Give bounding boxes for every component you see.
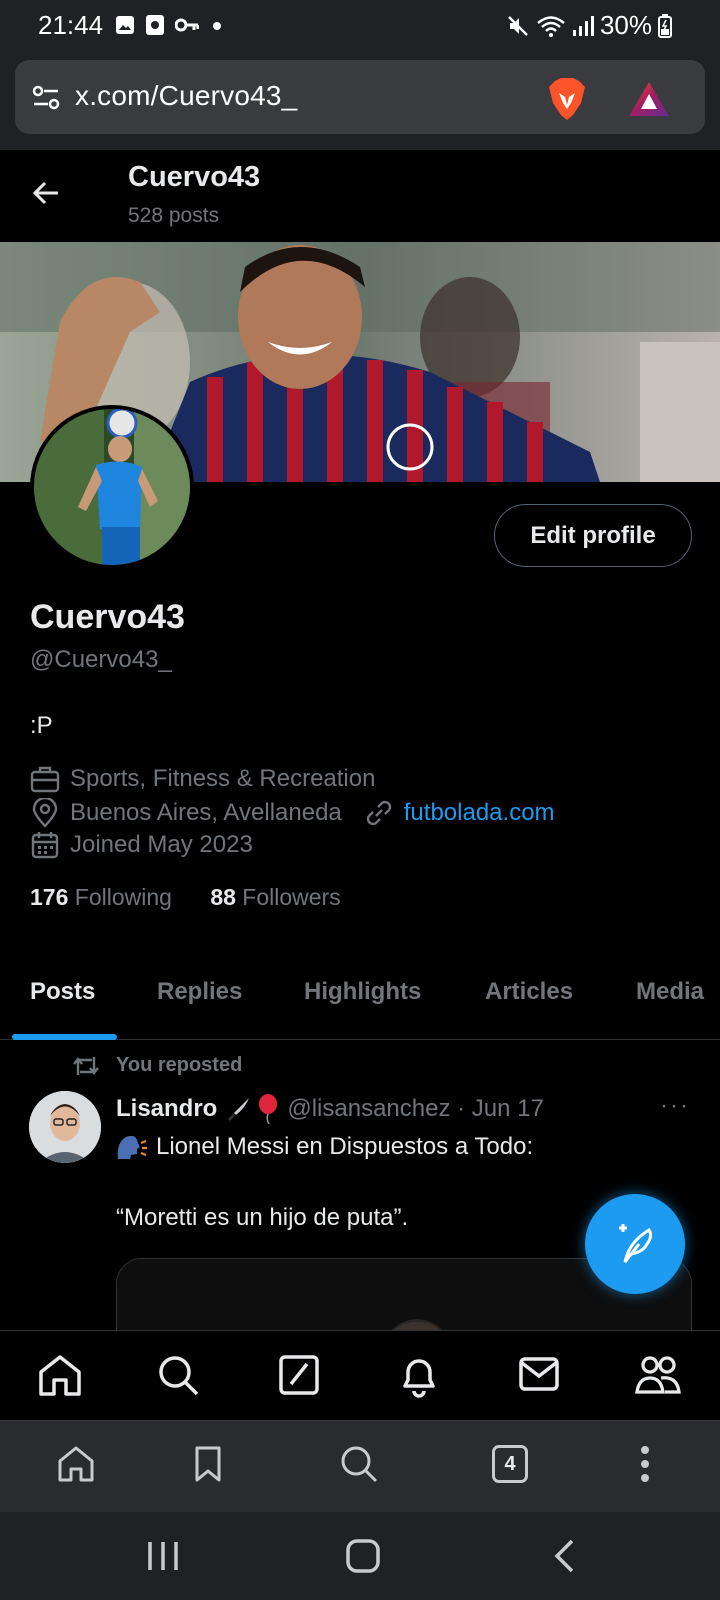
profile-location-row: Buenos Aires, Avellaneda futbolada.com: [30, 798, 555, 828]
edit-profile-button[interactable]: Edit profile: [494, 504, 692, 567]
post-text-line2: “Moretti es un hijo de puta”.: [116, 1204, 409, 1231]
balloon-emoji-icon: [259, 1094, 278, 1124]
followers-label: Followers: [242, 884, 341, 910]
post-text-line1-content: Lionel Messi en Dispuestos a Todo:: [156, 1133, 534, 1160]
tabs-icon[interactable]: 4: [492, 1445, 528, 1483]
x-bottom-nav: [0, 1330, 720, 1420]
compose-feather-icon: [619, 1224, 653, 1263]
speaking-head-emoji-icon: [117, 1135, 147, 1159]
browser-search-icon[interactable]: [340, 1445, 378, 1483]
follow-stats: 176 Following 88 Followers: [30, 884, 341, 911]
profile-bio: :P: [30, 712, 53, 739]
home-icon[interactable]: [38, 1354, 82, 1396]
compose-post-button[interactable]: [585, 1194, 685, 1294]
briefcase-icon: [30, 766, 60, 793]
location-pin-icon: [32, 798, 58, 828]
grok-icon[interactable]: [278, 1354, 320, 1396]
battery-icon: [658, 13, 672, 38]
recents-icon[interactable]: [146, 1540, 180, 1572]
post-more-button[interactable]: ···: [660, 1092, 690, 1120]
knife-emoji-icon: [228, 1098, 250, 1121]
tab-highlights[interactable]: Highlights: [304, 978, 421, 1006]
profile-location: Buenos Aires, Avellaneda: [70, 799, 342, 826]
address-bar[interactable]: x.com/Cuervo43_: [15, 60, 705, 134]
browser-bottom-toolbar: 4: [0, 1420, 720, 1512]
signal-icon: [572, 15, 594, 36]
profile-website-link[interactable]: futbolada.com: [404, 799, 555, 827]
menu-icon[interactable]: [638, 1445, 652, 1483]
tab-replies[interactable]: Replies: [157, 978, 242, 1006]
tab-articles[interactable]: Articles: [485, 978, 573, 1006]
vpn-key-icon: [175, 18, 199, 32]
link-icon: [366, 800, 391, 826]
battery-percent: 30%: [599, 10, 652, 40]
post-author-avatar[interactable]: [29, 1091, 101, 1163]
header-posts-count: 528 posts: [128, 204, 220, 227]
home-button-icon[interactable]: [345, 1538, 381, 1574]
profile-category-row: Sports, Fitness & Recreation: [30, 765, 375, 793]
brave-shields-icon[interactable]: [547, 77, 587, 121]
followers-link[interactable]: 88 Followers: [210, 884, 340, 910]
following-link[interactable]: 176 Following: [30, 884, 172, 910]
avatar-image: [34, 409, 190, 565]
repost-icon: [73, 1056, 99, 1075]
wifi-icon: [537, 15, 565, 37]
browser-home-icon[interactable]: [57, 1445, 95, 1483]
profile-header-bar: Cuervo43 528 posts: [0, 150, 720, 242]
back-icon[interactable]: [552, 1538, 576, 1574]
screen-record-icon: [146, 15, 164, 35]
repost-label: You reposted: [116, 1054, 243, 1076]
profile-joined-row: Joined May 2023: [30, 831, 253, 859]
calendar-icon: [31, 832, 59, 859]
status-bar: 21:44 30%: [0, 0, 720, 54]
post-handle-date[interactable]: @lisansanchez · Jun 17: [287, 1095, 544, 1123]
bookmark-icon[interactable]: [193, 1445, 223, 1483]
following-label: Following: [74, 884, 172, 910]
header-name: Cuervo43: [128, 161, 261, 193]
tab-media[interactable]: Media: [636, 978, 704, 1006]
followers-count: 88: [210, 884, 236, 910]
site-settings-icon[interactable]: [32, 85, 60, 111]
notifications-icon[interactable]: [398, 1354, 440, 1398]
status-time: 21:44: [38, 10, 104, 40]
messages-icon[interactable]: [518, 1354, 560, 1394]
repost-context: You reposted: [72, 1054, 242, 1077]
profile-category: Sports, Fitness & Recreation: [70, 765, 376, 792]
profile-name: Cuervo43: [30, 598, 185, 636]
url-text[interactable]: x.com/Cuervo43_: [75, 80, 297, 112]
mute-icon: [508, 15, 528, 36]
author-photo: [29, 1091, 101, 1163]
communities-icon[interactable]: [635, 1354, 681, 1396]
following-count: 176: [30, 884, 69, 910]
post-header: Lisandro @lisansanchez · Jun 17: [116, 1094, 544, 1124]
profile-tabs: Posts Replies Highlights Articles Media: [0, 950, 720, 1040]
post-text-line1: Lionel Messi en Dispuestos a Todo:: [116, 1133, 533, 1161]
system-navigation-bar: [0, 1512, 720, 1600]
notification-dot-icon: [213, 22, 221, 30]
gallery-icon: [116, 16, 134, 34]
profile-avatar[interactable]: [30, 405, 194, 569]
back-arrow-icon[interactable]: [32, 180, 60, 206]
search-icon[interactable]: [157, 1354, 199, 1396]
brave-rewards-icon[interactable]: [627, 80, 671, 118]
profile-joined: Joined May 2023: [70, 831, 253, 858]
active-tab-indicator: [12, 1034, 117, 1040]
post-author-name[interactable]: Lisandro: [116, 1095, 217, 1123]
tab-posts[interactable]: Posts: [30, 978, 95, 1006]
browser-toolbar: x.com/Cuervo43_: [0, 54, 720, 150]
profile-handle: @Cuervo43_: [30, 646, 172, 673]
